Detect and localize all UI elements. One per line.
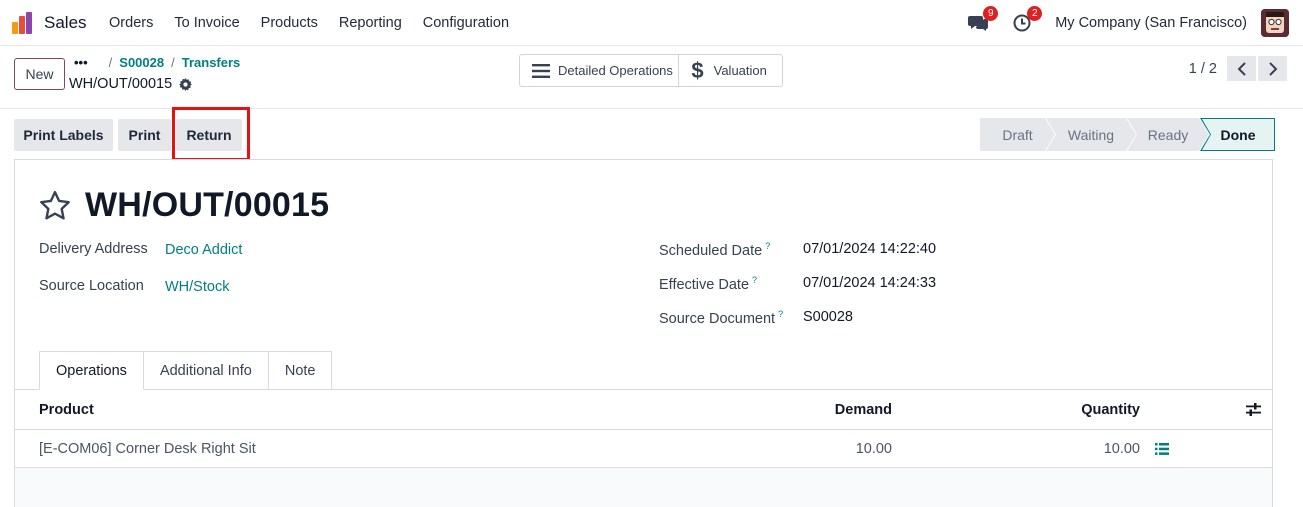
delivery-address-link[interactable]: Deco Addict (165, 242, 242, 258)
chevron-left-icon (1237, 61, 1246, 76)
menu-reporting[interactable]: Reporting (328, 15, 412, 31)
return-button-highlight (172, 107, 250, 161)
valuation-button[interactable]: $ Valuation (678, 55, 782, 86)
user-avatar[interactable] (1261, 9, 1289, 37)
row-quantity[interactable]: 10.00 (955, 430, 1140, 467)
scheduled-date-value[interactable]: 07/01/2024 14:22:40 (803, 241, 936, 257)
breadcrumb-current-record: WH/OUT/00015 (69, 76, 193, 92)
activities-badge: 2 (1027, 6, 1043, 21)
scheduled-date-label: Scheduled Date? (659, 241, 771, 259)
breadcrumb: ••• / S00028 / Transfers (74, 55, 240, 70)
stage-done: Done (1200, 118, 1275, 151)
breadcrumb-sale-order[interactable]: S00028 (119, 55, 164, 70)
print-button[interactable]: Print (118, 119, 171, 151)
dollar-icon: $ (691, 57, 704, 83)
stage-waiting: Waiting (1046, 118, 1136, 151)
chevron-right-icon (1268, 61, 1277, 76)
company-switcher[interactable]: My Company (San Francisco) (1055, 15, 1247, 31)
menu-to-invoice[interactable]: To Invoice (164, 15, 250, 31)
column-product[interactable]: Product (39, 390, 94, 429)
sales-app-logo-icon (12, 11, 36, 34)
messages-badge: 9 (983, 6, 999, 21)
pager-next-button[interactable] (1258, 56, 1287, 81)
smart-buttons: Detailed Operations $ Valuation (519, 54, 783, 87)
stage-ready: Ready (1127, 118, 1209, 151)
optional-columns-toggle[interactable] (1246, 390, 1261, 429)
stage-done-label: Done (1202, 119, 1274, 150)
record-heading: WH/OUT/00015 (39, 186, 329, 225)
effective-date-value: 07/01/2024 14:24:33 (803, 275, 937, 291)
operations-table-header: Product Demand Quantity (15, 390, 1272, 430)
avatar-icon (1261, 9, 1289, 37)
detailed-operations-label: Detailed Operations (558, 63, 673, 78)
list-details-icon (1155, 442, 1169, 455)
tab-note[interactable]: Note (268, 351, 333, 390)
effective-date-label: Effective Date? (659, 275, 758, 293)
messages-button[interactable]: 9 (967, 6, 999, 34)
menu-configuration[interactable]: Configuration (412, 15, 519, 31)
print-labels-button[interactable]: Print Labels (14, 119, 113, 151)
menu-orders[interactable]: Orders (99, 15, 164, 31)
help-icon[interactable]: ? (752, 275, 757, 285)
navbar-systray: 9 2 My Company (San Francisco) (967, 0, 1289, 46)
row-product[interactable]: [E-COM06] Corner Desk Right Sit (39, 430, 256, 467)
menu-products[interactable]: Products (250, 15, 328, 31)
top-navbar: Sales Orders To Invoice Products Reporti… (0, 0, 1303, 46)
pager-value[interactable]: 1 / 2 (1189, 61, 1217, 77)
stage-draft: Draft (980, 118, 1055, 151)
record-name: WH/OUT/00015 (69, 76, 173, 92)
notebook-tabs: Operations Additional Info Note (39, 351, 333, 390)
gear-icon[interactable] (179, 77, 193, 91)
delivery-address-label: Delivery Address (39, 241, 148, 257)
table-empty-row (15, 468, 1272, 507)
valuation-label: Valuation (713, 63, 767, 78)
app-name: Sales (44, 12, 87, 32)
help-icon[interactable]: ? (765, 241, 770, 251)
activities-button[interactable]: 2 (1011, 6, 1043, 34)
new-button[interactable]: New (14, 58, 65, 90)
detailed-operations-row-button[interactable] (1155, 430, 1169, 467)
source-location-link[interactable]: WH/Stock (165, 279, 229, 295)
star-icon[interactable] (39, 190, 71, 221)
app-brand[interactable]: Sales (12, 11, 87, 34)
breadcrumb-separator: / (171, 55, 175, 70)
table-row[interactable]: [E-COM06] Corner Desk Right Sit 10.00 10… (15, 430, 1272, 468)
main-menu: Orders To Invoice Products Reporting Con… (99, 15, 520, 31)
tab-additional-info[interactable]: Additional Info (143, 351, 269, 390)
source-document-label: Source Document? (659, 309, 784, 327)
help-icon[interactable]: ? (778, 309, 783, 319)
source-document-value[interactable]: S00028 (803, 309, 853, 325)
list-icon (532, 63, 550, 78)
form-sheet: WH/OUT/00015 Delivery Address Deco Addic… (14, 159, 1273, 507)
status-stages: Draft Waiting Ready Done (980, 118, 1275, 151)
source-location-label: Source Location (39, 278, 144, 294)
breadcrumb-more-button[interactable]: ••• (74, 55, 88, 70)
tab-operations[interactable]: Operations (39, 351, 144, 390)
pager-previous-button[interactable] (1227, 56, 1256, 81)
pager: 1 / 2 (1189, 56, 1287, 81)
detailed-operations-button[interactable]: Detailed Operations (520, 55, 678, 86)
record-title: WH/OUT/00015 (85, 186, 330, 224)
breadcrumb-separator: / (108, 55, 113, 70)
control-panel: New ••• / S00028 / Transfers WH/OUT/0001… (0, 46, 1303, 109)
sliders-icon (1246, 403, 1261, 416)
column-demand[interactable]: Demand (715, 390, 892, 429)
column-quantity[interactable]: Quantity (955, 390, 1140, 429)
breadcrumb-transfers[interactable]: Transfers (182, 55, 241, 70)
row-demand: 10.00 (855, 440, 892, 457)
